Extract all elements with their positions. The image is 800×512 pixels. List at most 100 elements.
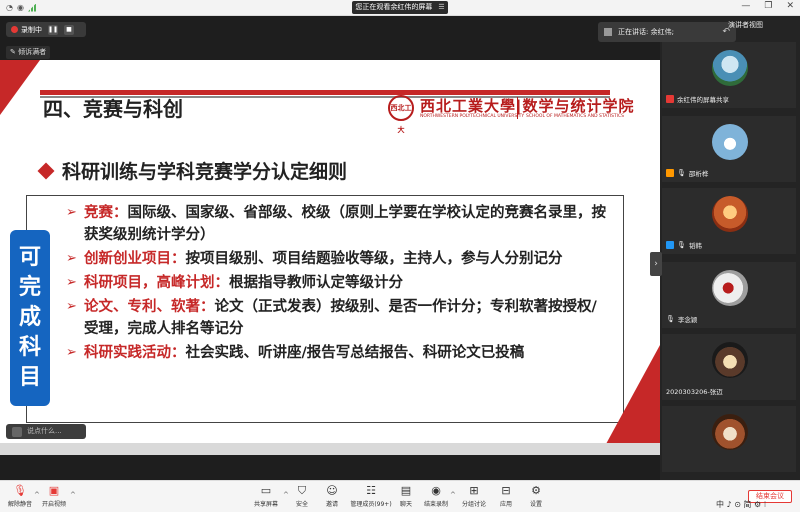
- pause-recording-button[interactable]: ❚❚: [48, 24, 58, 35]
- apps-icon: ⊟: [501, 484, 511, 497]
- pin-icon: ✎: [10, 48, 16, 56]
- breakout-label: 分组讨论: [461, 501, 486, 508]
- avatar: [712, 270, 748, 306]
- start-video-button[interactable]: ▣ 开启视频: [34, 484, 74, 509]
- chevron-up-icon[interactable]: ^: [70, 491, 76, 499]
- participant-label: 2020303206-张迈: [666, 386, 723, 396]
- cohost-icon: [666, 241, 674, 249]
- maximize-button[interactable]: ❐: [764, 1, 772, 11]
- shield-icon: ⛉: [297, 484, 307, 497]
- avatar: [604, 28, 612, 36]
- meeting-toolbar: 🎙 解除静音 ^ ▣ 开启视频 ^ ▭ 共享屏幕 ^ ⛉ 安全 ☺ 邀请 ☷ 管…: [0, 480, 800, 512]
- side-tag: 可 完 成 科 目: [10, 230, 50, 406]
- meeting-window: ◔ ◉ 您正在观看余红伟的屏幕 ☰ — ❐ ✕ 录制中 ❚❚ ■ ✎ 倾诉满者 四…: [0, 0, 800, 512]
- participant-name: 邵析桦: [688, 170, 709, 178]
- list-item: ➢ 创新创业项目：按项目级别、项目结题验收等级，主持人，参与人分别记分: [66, 248, 606, 270]
- side-tag-char: 目: [18, 365, 41, 390]
- item-key: 科研实践活动：: [84, 345, 186, 361]
- participant-tile[interactable]: 🎙 邵析桦: [662, 116, 796, 182]
- chat-input[interactable]: 说点什么...: [6, 424, 86, 439]
- chat-label: 聊天: [399, 501, 412, 508]
- settings-label: 设置: [529, 501, 542, 508]
- share-screen-button[interactable]: ▭ 共享屏幕: [246, 484, 286, 509]
- slide-section-title: 四、竞赛与科创: [43, 97, 183, 121]
- participant-tile[interactable]: [662, 406, 796, 472]
- participant-label: 🎙 李念颖: [666, 314, 697, 324]
- slide-heading: 科研训练与学科竞赛学分认定细则: [37, 157, 348, 184]
- wifi-icon: ◔: [6, 3, 13, 12]
- unmute-label: 解除静音: [7, 501, 32, 508]
- recording-indicator: 录制中 ❚❚ ■: [6, 22, 86, 37]
- participant-label: 🎙 韬韩: [666, 240, 702, 250]
- slide-red-corner-left: [0, 60, 40, 115]
- ime-text: 中 ♪ ⊙ 简 ⚙ ⁝: [716, 500, 767, 509]
- speaking-label: 正在讲话: 余红伟;: [618, 28, 674, 36]
- participant-tile[interactable]: 🎙 韬韩: [662, 188, 796, 254]
- window-controls: — ❐ ✕: [741, 1, 794, 11]
- avatar: [712, 124, 748, 160]
- shield-status-icon: ◉: [16, 3, 24, 12]
- camera-icon: ▣: [48, 484, 60, 497]
- record-icon: ◉: [431, 484, 441, 497]
- arrow-bullet-icon: ➢: [66, 205, 77, 220]
- side-tag-char: 科: [18, 335, 41, 360]
- screen-share-icon: ▭: [260, 484, 272, 497]
- listen-indicator[interactable]: ✎ 倾诉满者: [6, 46, 51, 59]
- stop-recording-button[interactable]: ■: [64, 24, 74, 35]
- school-name-en: SCHOOL OF MATHEMATICS AND STATISTICS: [526, 114, 625, 119]
- microphone-icon: 🎙: [13, 484, 27, 497]
- university-logo-text: 西北工業大學|数学与统计学院: [420, 97, 635, 115]
- record-dot-icon: [11, 26, 18, 33]
- arrow-bullet-icon: ➢: [66, 299, 77, 314]
- invite-button[interactable]: ☺ 邀请: [312, 485, 352, 509]
- side-tag-char: 成: [18, 305, 41, 330]
- participant-tile[interactable]: 2020303206-张迈: [662, 334, 796, 400]
- participant-name: 2020303206-张迈: [666, 388, 723, 396]
- mic-muted-icon: 🎙: [677, 241, 686, 249]
- credit-rules-list: ➢ 竞赛：国际级、国家级、省部级、校级（原则上学要在学校认定的竞赛名录里，按获奖…: [66, 202, 606, 366]
- slide-heading-text: 科研训练与学科竞赛学分认定细则: [62, 161, 348, 183]
- item-key: 创新创业项目：: [84, 251, 186, 267]
- arrow-bullet-icon: ➢: [66, 345, 77, 360]
- ime-indicator[interactable]: 中 ♪ ⊙ 简 ⚙ ⁝: [716, 499, 766, 510]
- grid-icon: ⊞: [469, 484, 479, 497]
- list-item: ➢ 论文、专利、软著：论文（正式发表）按级别、是否一作计分；专利软著按授权/受理…: [66, 296, 606, 340]
- apps-label: 应用: [499, 501, 512, 508]
- settings-button[interactable]: ⚙ 设置: [516, 485, 556, 509]
- security-label: 安全: [295, 501, 308, 508]
- participant-name: 李念颖: [677, 316, 698, 324]
- share-screen-label: 共享屏幕: [253, 501, 278, 508]
- screen-share-notice[interactable]: 您正在观看余红伟的屏幕 ☰: [352, 1, 448, 14]
- participant-tile[interactable]: 🎙 李念颖: [662, 262, 796, 328]
- mic-muted-icon: 🎙: [666, 315, 675, 323]
- participant-tile[interactable]: 余红伟的屏幕共享: [662, 42, 796, 108]
- minimize-button[interactable]: —: [741, 1, 750, 11]
- presentation-slide: 四、竞赛与科创 西北工大 西北工業大學|数学与统计学院 NORTHWESTERN…: [0, 60, 660, 455]
- screen-share-icon: [666, 95, 674, 103]
- participant-name: 余红伟的屏幕共享: [677, 96, 729, 104]
- item-key: 科研项目，高峰计划：: [84, 275, 229, 291]
- arrow-bullet-icon: ➢: [66, 275, 77, 290]
- speaker-view-toggle[interactable]: 演讲者视图: [728, 20, 763, 30]
- invite-label: 邀请: [325, 501, 338, 508]
- listen-label: 倾诉满者: [18, 48, 47, 56]
- host-icon: [666, 169, 674, 177]
- speaking-indicator: 正在讲话: 余红伟; ↶: [598, 22, 736, 42]
- menu-icon[interactable]: ☰: [438, 3, 444, 11]
- avatar: [712, 414, 748, 450]
- collapse-panel-button[interactable]: ›: [650, 252, 662, 276]
- university-name-en: NORTHWESTERN POLYTECHNICAL UNIVERSITY: [420, 114, 525, 119]
- mic-muted-icon: 🎙: [677, 169, 686, 177]
- list-item: ➢ 竞赛：国际级、国家级、省部级、校级（原则上学要在学校认定的竞赛名录里，按获奖…: [66, 202, 606, 246]
- status-icons: ◔ ◉: [6, 3, 36, 12]
- chat-placeholder: 说点什么...: [27, 427, 62, 435]
- close-button[interactable]: ✕: [786, 1, 794, 11]
- participant-label: 🎙 邵析桦: [666, 168, 708, 178]
- avatar: [712, 196, 748, 232]
- avatar: [712, 50, 748, 86]
- signal-icon: [27, 3, 36, 12]
- item-text: 国际级、国家级、省部级、校级（原则上学要在学校认定的竞赛名录里，按获奖级别统计学…: [84, 205, 606, 243]
- slide-footer-bar: [0, 443, 660, 455]
- side-tag-char: 完: [18, 275, 41, 300]
- side-tag-char: 可: [18, 245, 41, 270]
